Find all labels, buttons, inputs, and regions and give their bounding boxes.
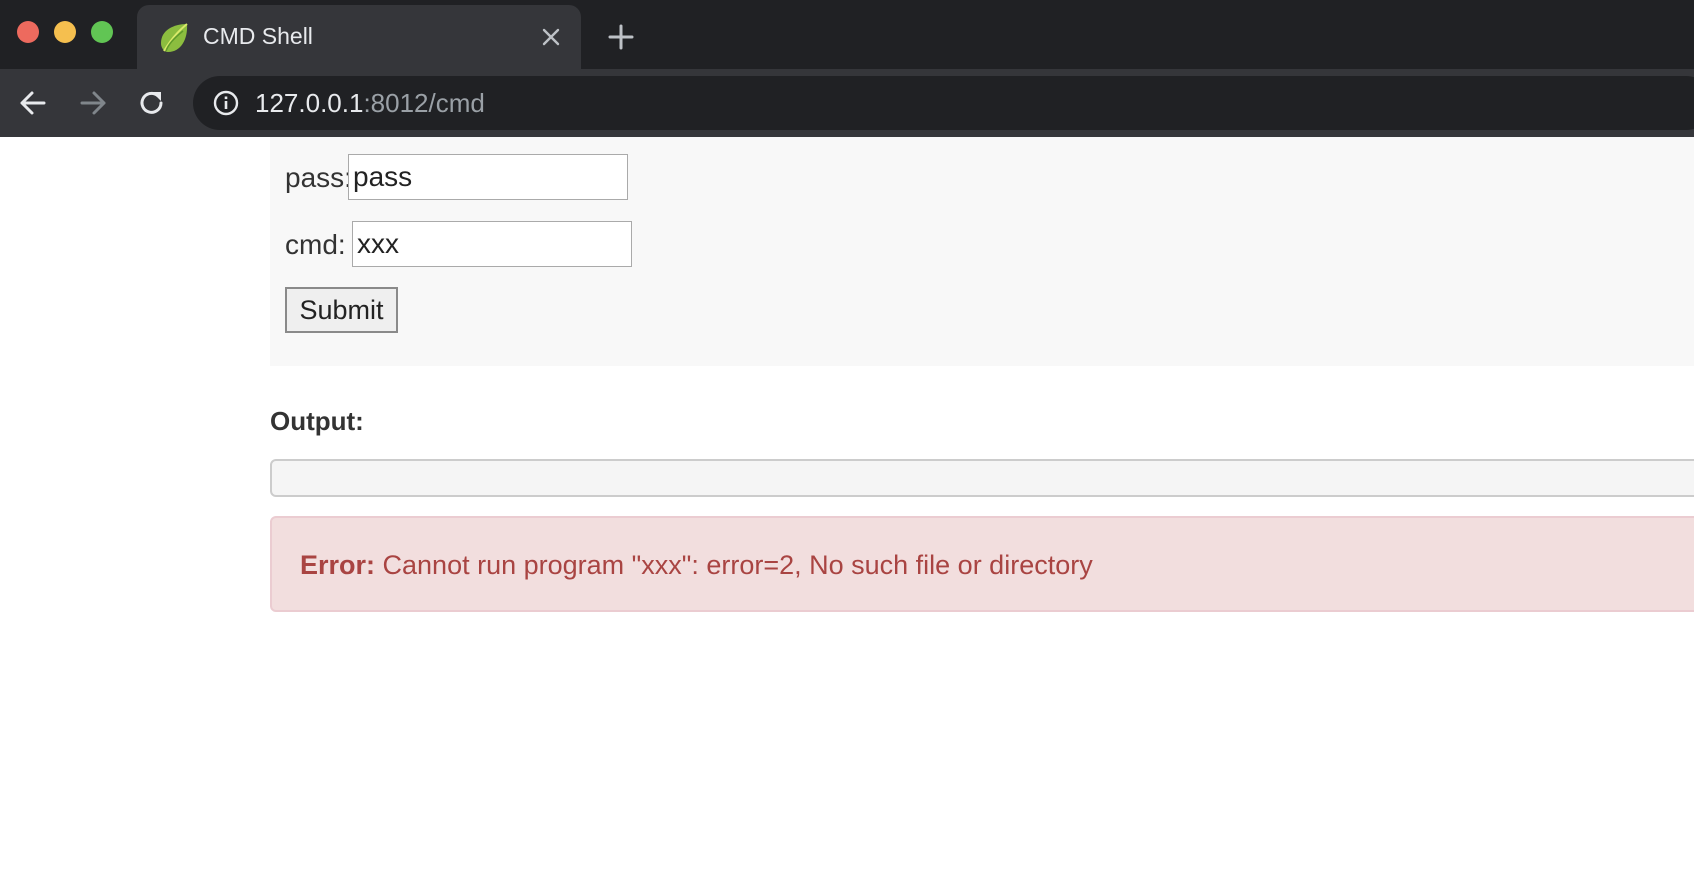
address-bar[interactable]: 127.0.0.1:8012/cmd — [193, 76, 1694, 130]
error-alert: Error: Cannot run program "xxx": error=2… — [270, 516, 1694, 612]
pass-label: pass: — [285, 162, 352, 193]
reload-icon[interactable] — [136, 87, 168, 119]
tab-title: CMD Shell — [203, 23, 313, 49]
error-text: Error: Cannot run program "xxx": error=2… — [300, 550, 1093, 581]
submit-button[interactable]: Submit — [285, 287, 398, 333]
new-tab-plus-icon[interactable] — [608, 24, 634, 50]
browser-tab[interactable]: CMD Shell — [137, 5, 581, 69]
url-text: 127.0.0.1:8012/cmd — [255, 88, 485, 119]
back-arrow-icon[interactable] — [17, 87, 49, 119]
output-heading: Output: — [270, 406, 364, 436]
error-message: Cannot run program "xxx": error=2, No su… — [375, 550, 1093, 580]
close-icon[interactable] — [540, 26, 562, 48]
url-host: 127.0.0.1 — [255, 88, 364, 118]
url-path: :8012/cmd — [363, 88, 485, 118]
pass-input[interactable] — [348, 154, 628, 200]
spring-leaf-icon — [161, 23, 188, 52]
forward-arrow-icon[interactable] — [77, 87, 109, 119]
cmd-input[interactable] — [352, 221, 632, 267]
cmd-label: cmd: — [285, 229, 346, 260]
window-minimize-button[interactable] — [54, 21, 76, 43]
info-icon[interactable] — [213, 90, 239, 116]
browser-titlebar: CMD Shell — [0, 0, 1694, 69]
browser-toolbar: 127.0.0.1:8012/cmd — [0, 69, 1694, 137]
window-maximize-button[interactable] — [91, 21, 113, 43]
output-box — [270, 459, 1694, 497]
error-label: Error: — [300, 550, 376, 580]
window-close-button[interactable] — [17, 21, 39, 43]
